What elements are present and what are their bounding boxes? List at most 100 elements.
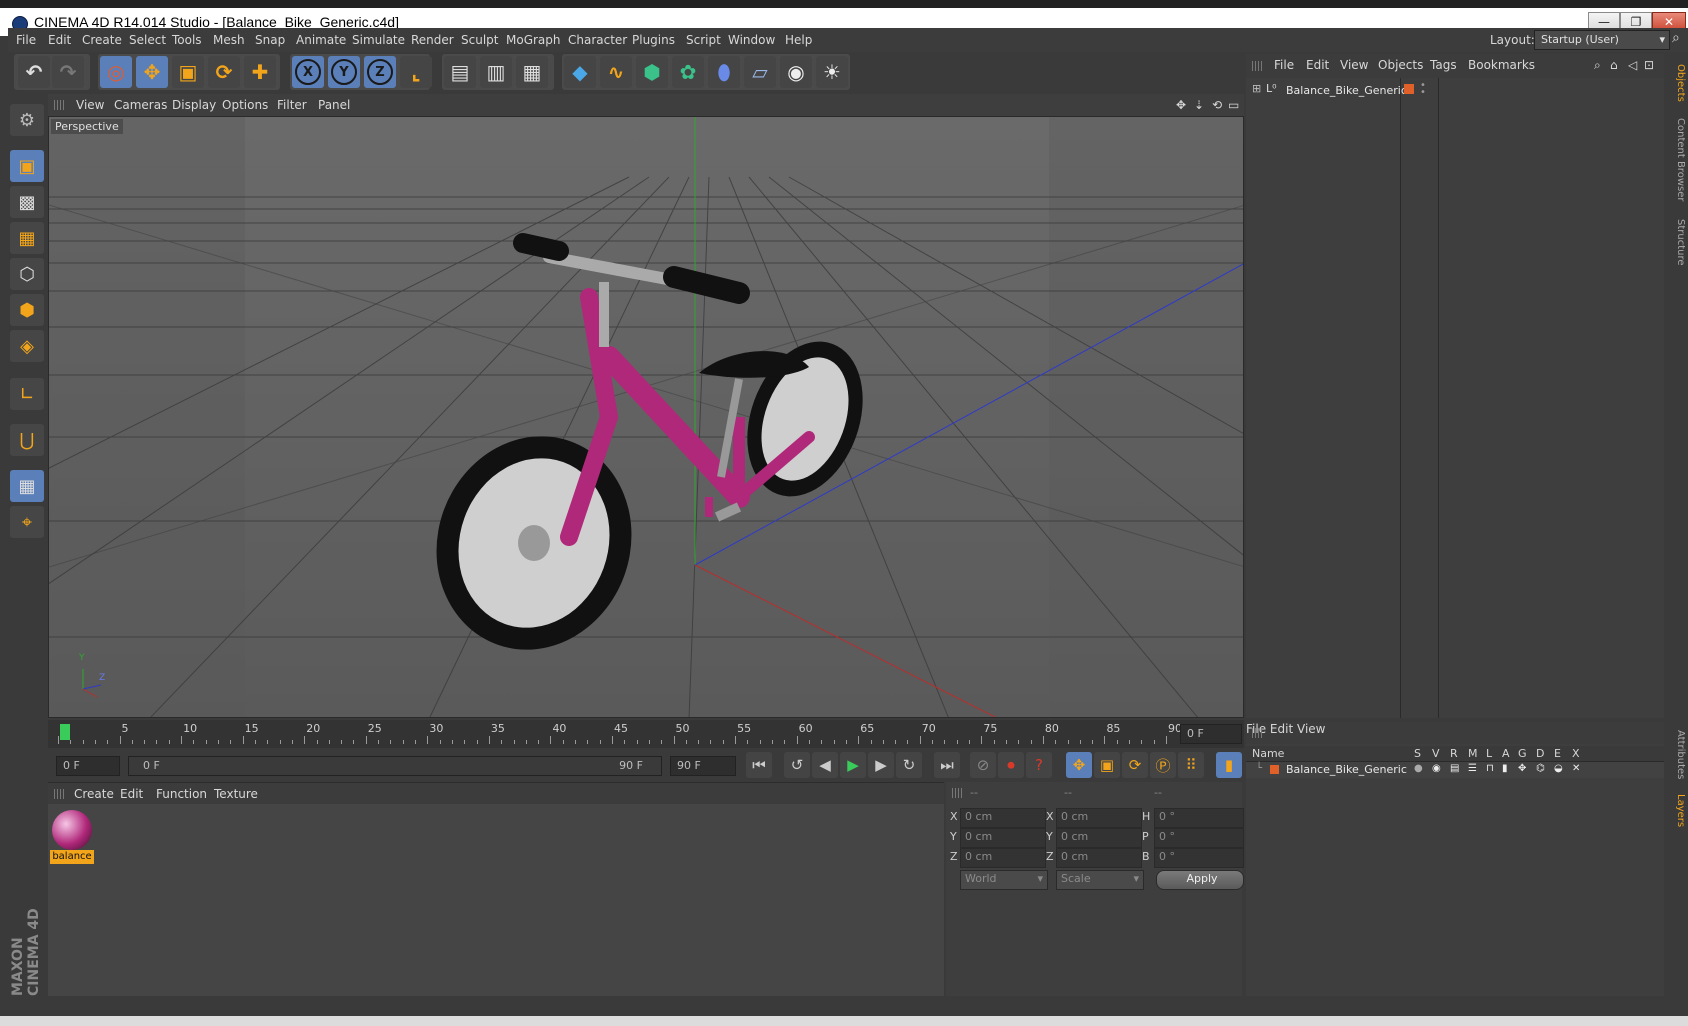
play-icon[interactable]: ▶ [840,752,866,778]
menu-animate[interactable]: Animate [296,33,346,47]
autokey-icon[interactable]: ⏺ [998,752,1024,778]
rotate-icon[interactable]: ⟳ [208,56,240,88]
render-icon[interactable]: ▤ [1450,763,1459,774]
rotation-h-field[interactable]: 0 ° [1154,808,1244,828]
go-to-end-icon[interactable]: ⏭ [934,752,960,778]
key-rotation-icon[interactable]: ⟳ [1122,752,1148,778]
menu-help[interactable]: Help [785,33,812,47]
menu-character[interactable]: Character [568,33,627,47]
layer-color-swatch[interactable] [1270,765,1279,774]
eye-icon[interactable]: ◉ [1432,763,1441,774]
next-frame-icon[interactable]: ▶ [868,752,894,778]
range-slider[interactable]: 0 F 90 F [128,756,662,776]
coordinate-system-icon[interactable]: ⌞ [400,56,432,88]
expression-icon[interactable]: ◒ [1554,763,1563,774]
material-swatch-balance[interactable]: balance [50,808,94,864]
add-object-icon[interactable]: ✚ [244,56,276,88]
apply-button[interactable]: Apply [1156,870,1244,890]
scale-icon[interactable]: ▣ [172,56,204,88]
menu-create[interactable]: Create [82,33,122,47]
dolly-icon[interactable]: ⇣ [1194,98,1204,112]
maximize-view-icon[interactable]: ▭ [1228,98,1239,112]
tab-layers[interactable]: Layers [1668,790,1686,832]
start-frame-field[interactable]: 0 F [56,756,120,776]
position-y-field[interactable]: 0 cm [960,828,1046,848]
back-icon[interactable]: ◁ [1628,58,1637,72]
viewport-menu-options[interactable]: Options [222,98,268,112]
polygons-mode-icon[interactable]: ◈ [10,330,44,362]
menu-edit[interactable]: Edit [48,33,71,47]
light-icon[interactable]: ☀ [816,56,848,88]
manager-icon[interactable]: ☰ [1468,763,1477,774]
layer-color-tag[interactable] [1404,84,1414,94]
menu-select[interactable]: Select [129,33,166,47]
tab-content-browser[interactable]: Content Browser [1668,112,1686,208]
keyframe-selection-icon[interactable]: ? [1026,752,1052,778]
objects-menu-tags[interactable]: Tags [1430,58,1457,72]
previous-key-icon[interactable]: ↺ [784,752,810,778]
cube-icon[interactable]: ◆ [564,56,596,88]
next-key-icon[interactable]: ↻ [896,752,922,778]
balance-bike-model[interactable] [407,233,883,677]
nurbs-icon[interactable]: ⬢ [636,56,668,88]
move-icon[interactable]: ✥ [136,56,168,88]
key-pla-icon[interactable]: ⠿ [1178,752,1204,778]
frame-ruler[interactable]: 051015202530354045505560657075808590 [58,720,1182,746]
menu-snap[interactable]: Snap [255,33,285,47]
points-mode-icon[interactable]: ⬡ [10,258,44,290]
size-mode-dropdown[interactable]: Scale ▾ [1056,870,1144,890]
perspective-viewport[interactable]: Perspective Y Z [48,116,1244,718]
playhead-marker[interactable] [60,724,70,740]
make-editable-icon[interactable]: ⚙ [10,104,44,136]
layers-menu-edit[interactable]: Edit [1270,722,1293,736]
deformer-icon[interactable]: ⌬ [1536,763,1545,774]
visibility-dots-icon[interactable]: • • [1420,81,1426,98]
camera-icon[interactable]: ◉ [780,56,812,88]
new-view-icon[interactable]: ⊡ [1644,58,1654,72]
viewport-menu-view[interactable]: View [76,98,104,112]
key-scale-icon[interactable]: ▣ [1094,752,1120,778]
previous-frame-icon[interactable]: ◀ [812,752,838,778]
coordinate-mode-dropdown[interactable]: World ▾ [960,870,1048,890]
material-menu-edit[interactable]: Edit [120,787,143,801]
current-frame-field[interactable]: 0 F [1180,724,1242,744]
material-menu-texture[interactable]: Texture [214,787,258,801]
tab-attributes[interactable]: Attributes [1668,726,1686,784]
objects-menu-objects[interactable]: Objects [1378,58,1423,72]
menu-plugins[interactable]: Plugins [632,33,675,47]
key-position-icon[interactable]: ✥ [1066,752,1092,778]
spline-icon[interactable]: ∿ [600,56,632,88]
undo-icon[interactable]: ↶ [18,56,50,88]
tab-structure[interactable]: Structure [1668,214,1686,270]
size-x-field[interactable]: 0 cm [1056,808,1142,828]
floor-icon[interactable]: ▱ [744,56,776,88]
menu-mesh[interactable]: Mesh [213,33,245,47]
texture-mode-icon[interactable]: ▩ [10,186,44,218]
objects-menu-edit[interactable]: Edit [1306,58,1329,72]
menu-mograph[interactable]: MoGraph [506,33,561,47]
axis-mode-icon[interactable]: ∟ [10,378,44,410]
layout-dropdown[interactable]: Startup (User) ▾ [1534,30,1670,50]
menu-tools[interactable]: Tools [172,33,202,47]
model-mode-icon[interactable]: ▣ [10,150,44,182]
pan-icon[interactable]: ✥ [1176,98,1186,112]
axis-y-lock-button[interactable]: Y [328,56,360,88]
layer-row[interactable]: └ Balance_Bike_Generic ● ◉ ▤ ☰ ⊓ ▮ ✥ ⌬ ◒… [1246,762,1664,778]
key-parameter-icon[interactable]: Ⓟ [1150,752,1176,778]
xref-icon[interactable]: ✕ [1572,763,1580,774]
object-row-balance-bike[interactable]: ⊞ L⁰ Balance_Bike_Generic [1252,82,1407,100]
search-icon[interactable]: ⌕ [1594,58,1601,73]
menu-script[interactable]: Script [686,33,721,47]
position-z-field[interactable]: 0 cm [960,848,1046,868]
axis-x-lock-button[interactable]: X [292,56,324,88]
menu-file[interactable]: File [16,33,36,47]
timeline-ruler[interactable]: 051015202530354045505560657075808590 0 F [48,720,1244,748]
render-settings-icon[interactable]: ▦ [516,56,548,88]
snap-icon[interactable]: ⌖ [10,506,44,538]
render-view-icon[interactable]: ▤ [444,56,476,88]
record-keys-icon[interactable]: ⊘ [970,752,996,778]
tab-objects[interactable]: Objects [1668,58,1686,108]
end-frame-field[interactable]: 90 F [670,756,736,776]
axis-z-lock-button[interactable]: Z [364,56,396,88]
edges-mode-icon[interactable]: ⬢ [10,294,44,326]
